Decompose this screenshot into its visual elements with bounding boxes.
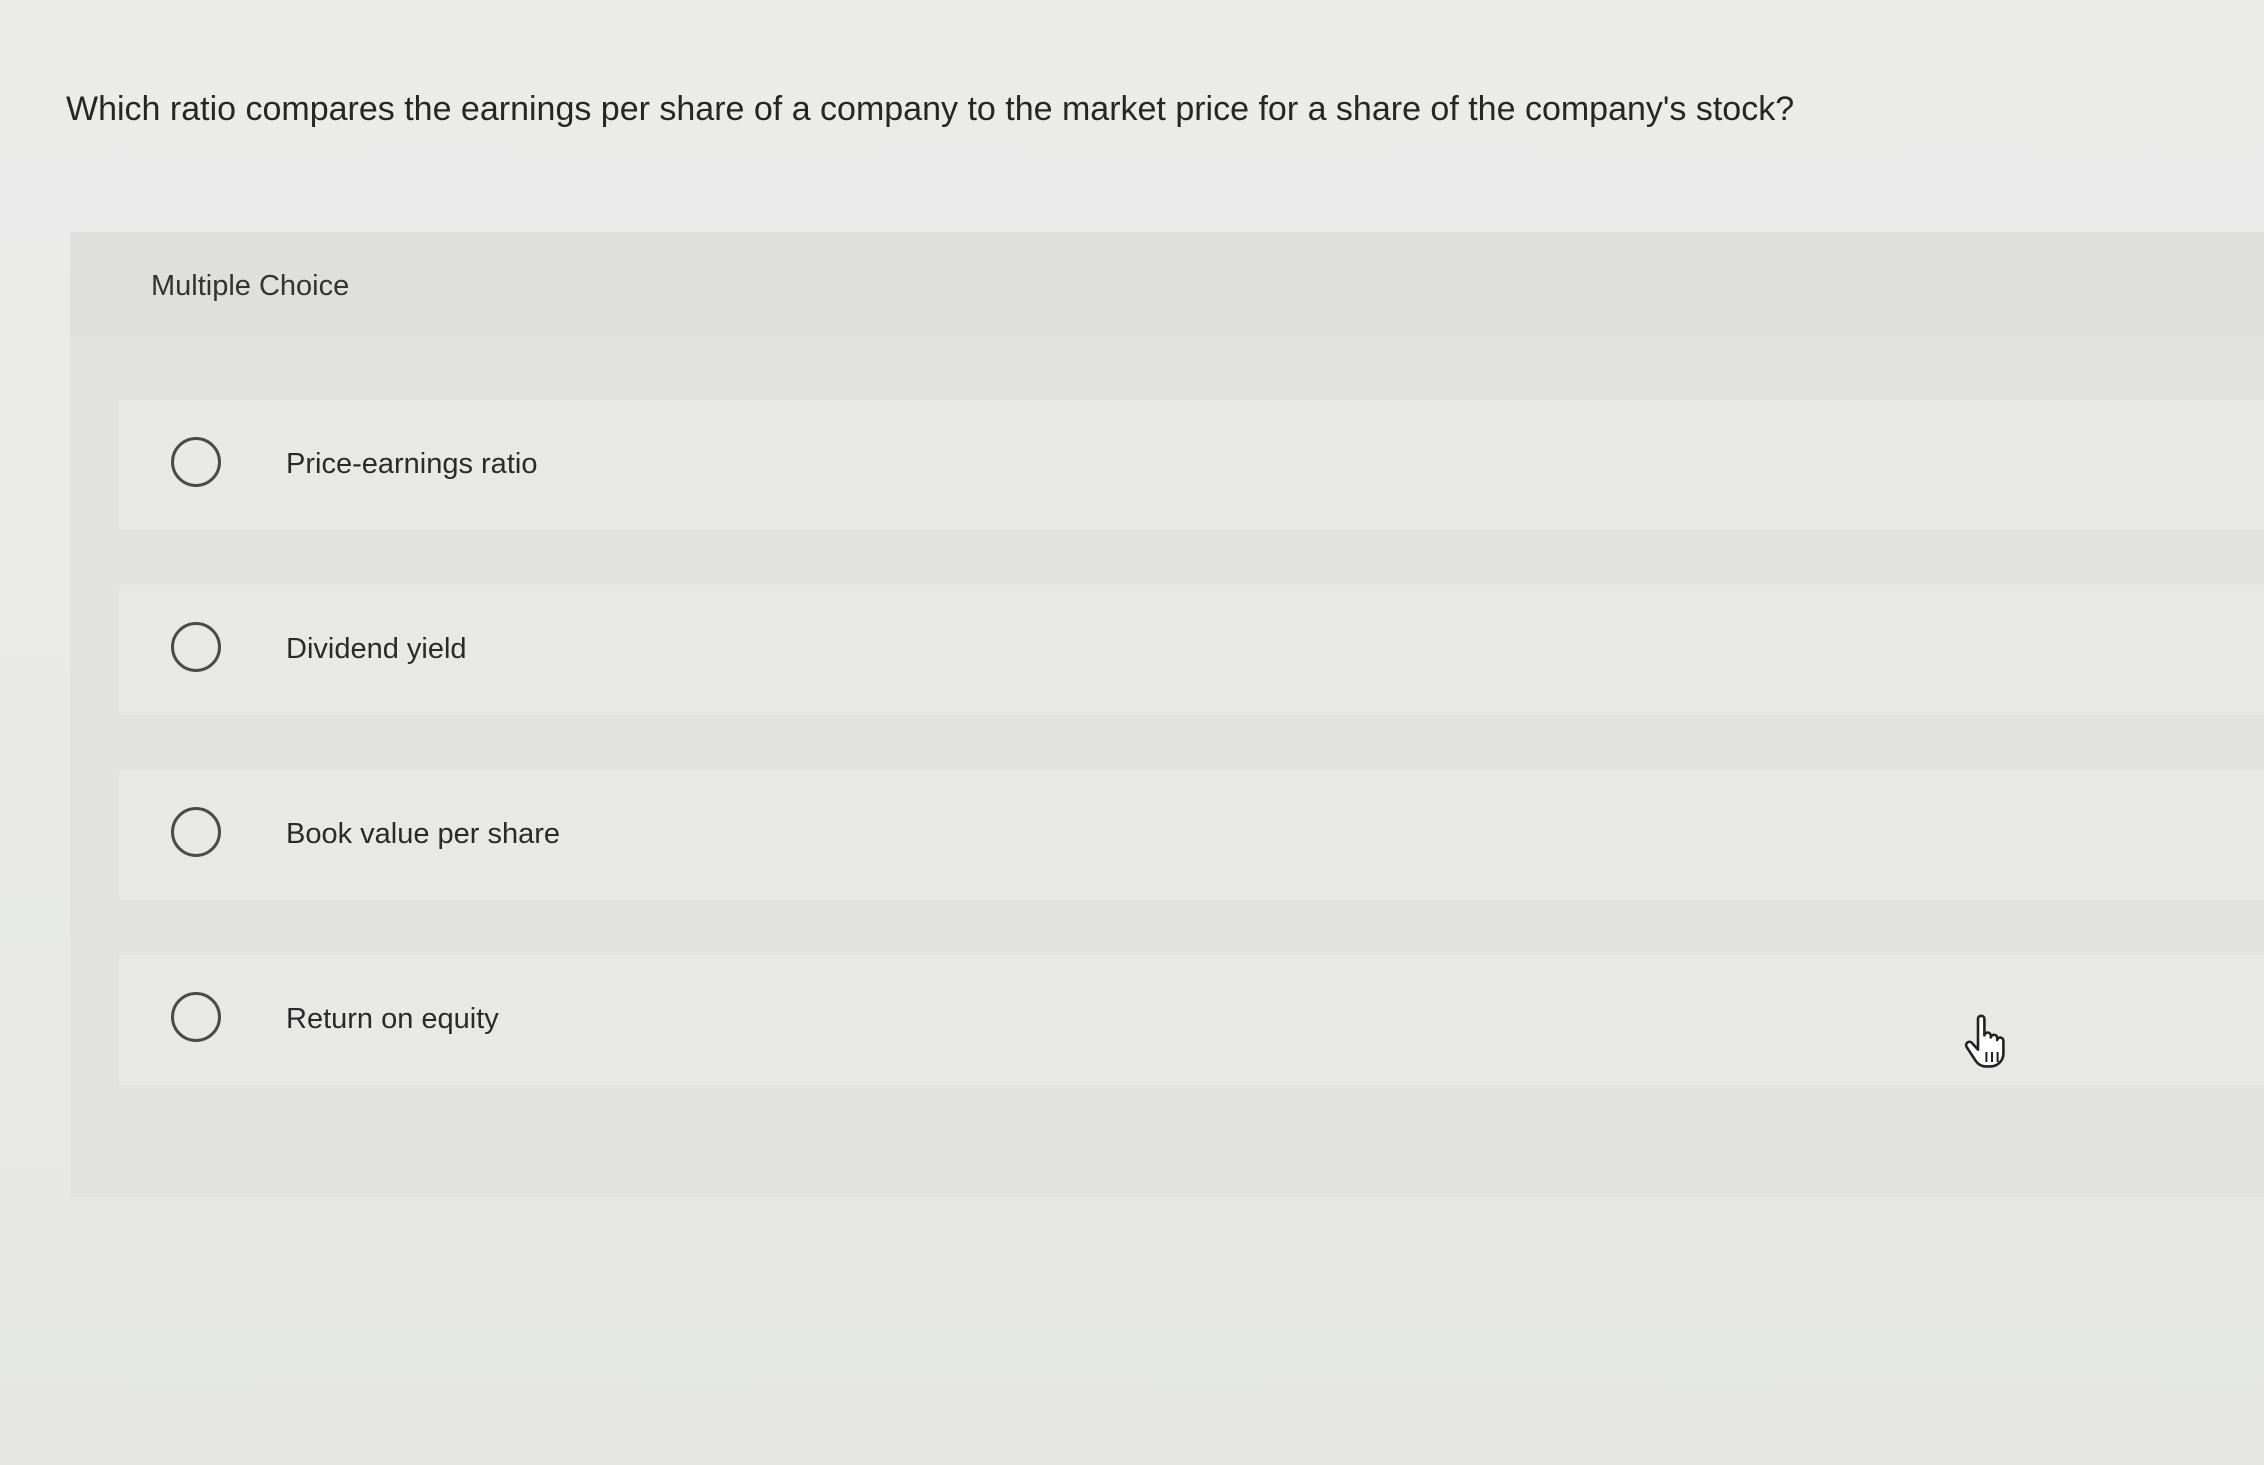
- radio-button[interactable]: [171, 992, 221, 1042]
- option-return-on-equity[interactable]: Return on equity: [119, 955, 2264, 1085]
- option-dividend-yield[interactable]: Dividend yield: [119, 585, 2264, 715]
- multiple-choice-panel: Multiple Choice Price-earnings ratio Div…: [70, 232, 2264, 1197]
- option-label: Return on equity: [286, 1003, 499, 1035]
- option-book-value-per-share[interactable]: Book value per share: [119, 770, 2264, 900]
- radio-button[interactable]: [171, 807, 221, 857]
- option-price-earnings-ratio[interactable]: Price-earnings ratio: [119, 400, 2264, 530]
- multiple-choice-label: Multiple Choice: [151, 270, 350, 302]
- option-label: Book value per share: [286, 818, 561, 850]
- option-label: Price-earnings ratio: [286, 448, 538, 480]
- radio-button[interactable]: [171, 437, 221, 487]
- options-list: Price-earnings ratio Dividend yield Book…: [119, 400, 2264, 1140]
- option-label: Dividend yield: [286, 633, 467, 665]
- multiple-choice-header: Multiple Choice: [70, 232, 2264, 336]
- question-text: Which ratio compares the earnings per sh…: [66, 90, 1795, 128]
- hand-pointer-icon: [1964, 1014, 2005, 1068]
- radio-button[interactable]: [171, 622, 221, 672]
